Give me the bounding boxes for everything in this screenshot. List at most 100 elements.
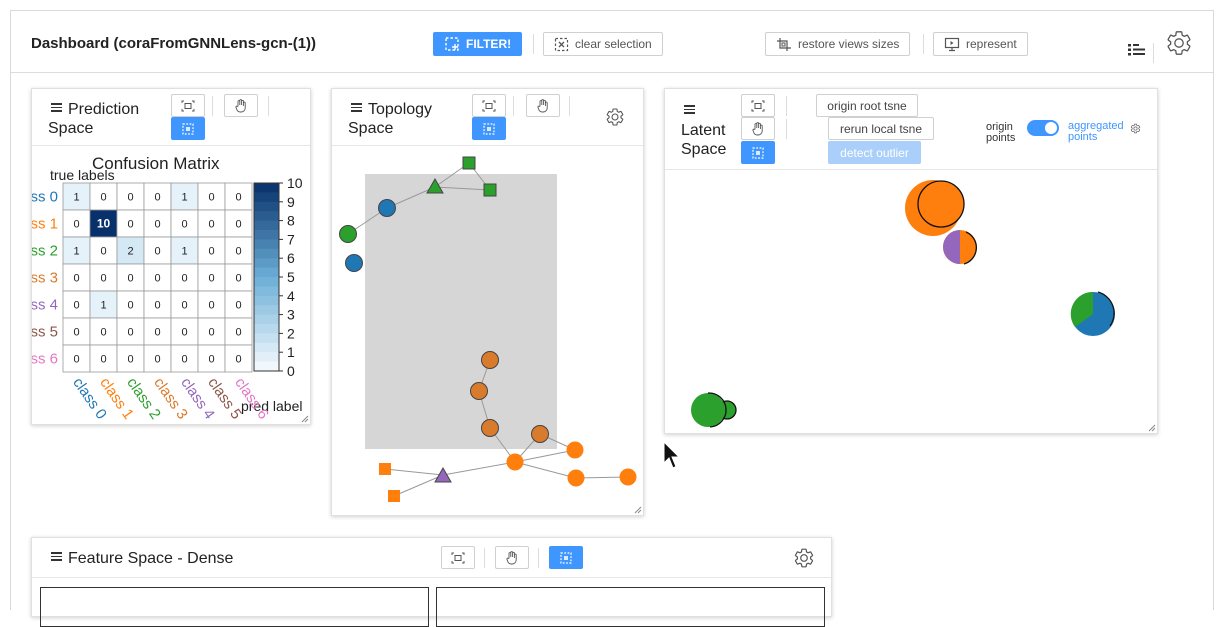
dashboard-header: Dashboard (coraFromGNNLens-gcn-(1)) FILT… — [11, 11, 1213, 73]
restore-views-button[interactable]: restore views sizes — [765, 32, 911, 56]
graph-node[interactable] — [566, 441, 584, 459]
feature-subview-right[interactable] — [436, 587, 825, 627]
box-select-tool-button[interactable] — [441, 546, 475, 569]
matrix-cell-value: 0 — [235, 192, 241, 204]
confusion-matrix-chart[interactable]: Confusion Matrixtrue labelspred label1 0 0… — [32, 146, 311, 425]
matrix-cell-value: 2 — [127, 246, 133, 258]
graph-node[interactable] — [379, 463, 391, 475]
presentation-icon — [944, 37, 960, 51]
matrix-cell-value: 1 — [73, 246, 79, 258]
list-view-icon[interactable] — [1128, 43, 1146, 57]
resize-handle-icon[interactable] — [301, 415, 309, 423]
colorbar-tick-label: 2 — [287, 325, 295, 341]
graph-node[interactable] — [483, 183, 497, 197]
lasso-tool-button[interactable] — [549, 546, 583, 569]
latent-scatter-plot[interactable] — [665, 170, 1158, 434]
graph-node[interactable] — [378, 199, 396, 217]
panel-menu-icon[interactable] — [684, 105, 695, 114]
graph-node[interactable] — [619, 468, 637, 486]
box-select-tool-button[interactable] — [472, 94, 506, 117]
points-mode-toggle[interactable] — [1027, 120, 1059, 136]
colorbar-segment — [254, 277, 279, 287]
box-select-tool-button[interactable] — [171, 94, 205, 117]
selection-region — [365, 174, 557, 449]
matrix-cell-value: 0 — [73, 273, 79, 285]
pan-tool-button[interactable] — [526, 94, 560, 117]
graph-node[interactable] — [339, 225, 357, 243]
graph-node[interactable] — [531, 425, 549, 443]
pan-tool-button[interactable] — [741, 117, 775, 140]
matrix-cell-value: 0 — [208, 273, 214, 285]
aggregated-point[interactable] — [943, 230, 977, 265]
colorbar-segment — [254, 305, 279, 316]
colorbar-tick-label: 0 — [287, 363, 295, 379]
represent-button[interactable]: represent — [933, 32, 1028, 56]
graph-node[interactable] — [388, 490, 400, 502]
toolbar-divider — [786, 119, 787, 139]
panel-settings-gear-icon[interactable] — [605, 107, 625, 127]
lasso-tool-button[interactable] — [741, 141, 775, 164]
graph-node[interactable] — [345, 254, 363, 272]
matrix-cell-value: 0 — [154, 219, 160, 231]
graph-node[interactable] — [481, 419, 499, 437]
matrix-cell-value: 0 — [73, 219, 79, 231]
graph-node[interactable] — [481, 351, 499, 369]
graph-node[interactable] — [434, 466, 452, 483]
colorbar-segment — [254, 324, 279, 334]
matrix-cell-value: 0 — [127, 273, 133, 285]
toolbar-divider — [212, 96, 213, 116]
toolbar-divider — [569, 96, 570, 116]
row-label: class 6 — [32, 351, 58, 368]
box-select-tool-button[interactable] — [741, 94, 775, 117]
topology-space-panel: Topology Space — [331, 88, 644, 516]
colorbar-segment — [254, 220, 279, 231]
filter-button-label: FILTER! — [466, 37, 512, 51]
feature-subview-left[interactable] — [40, 587, 429, 627]
hand-icon — [752, 121, 763, 135]
lasso-tool-button[interactable] — [171, 117, 205, 140]
graph-node[interactable] — [567, 469, 585, 487]
graph-node[interactable] — [462, 156, 476, 170]
matrix-cell-value: 0 — [181, 327, 187, 339]
clear-selection-button[interactable]: clear selection — [543, 32, 663, 56]
lasso-tool-button[interactable] — [472, 117, 506, 140]
aggregated-point[interactable] — [691, 392, 737, 428]
box-select-icon — [181, 100, 195, 111]
matrix-cell-value: 0 — [127, 192, 133, 204]
aggregated-point[interactable] — [1070, 291, 1115, 336]
mouse-cursor-icon — [663, 441, 681, 469]
matrix-cell-value: 0 — [127, 300, 133, 312]
lasso-select-icon — [560, 551, 572, 564]
colorbar-tick-label: 7 — [287, 231, 295, 247]
matrix-cell-value: 0 — [181, 354, 187, 366]
pan-tool-button[interactable] — [224, 94, 258, 117]
colorbar-segment — [254, 258, 279, 269]
matrix-cell-value: 0 — [235, 354, 241, 366]
row-label: class 4 — [32, 297, 58, 314]
rerun-local-tsne-button[interactable]: rerun local tsne — [828, 117, 934, 140]
resize-handle-icon[interactable] — [634, 506, 642, 514]
matrix-cell-value: 0 — [100, 327, 106, 339]
panel-title-line2: Space — [681, 141, 727, 158]
detect-outlier-button[interactable]: detect outlier — [828, 141, 921, 164]
panel-settings-gear-icon[interactable] — [793, 547, 815, 569]
matrix-cell-value: 0 — [73, 354, 79, 366]
graph-node[interactable] — [470, 382, 488, 400]
toolbar-divider — [484, 548, 485, 568]
matrix-cell-value: 1 — [100, 300, 106, 312]
settings-gear-icon[interactable] — [1165, 29, 1193, 57]
restore-layout-icon — [777, 37, 791, 51]
matrix-cell-value: 0 — [73, 327, 79, 339]
aggregated-point[interactable] — [905, 180, 965, 236]
panel-menu-icon[interactable] — [51, 552, 62, 561]
matrix-cell-value: 0 — [100, 192, 106, 204]
filter-button[interactable]: FILTER! — [433, 32, 523, 56]
pan-tool-button[interactable] — [495, 546, 529, 569]
matrix-cell-value: 0 — [127, 354, 133, 366]
origin-root-tsne-button[interactable]: origin root tsne — [816, 94, 918, 117]
panel-settings-gear-icon[interactable] — [1130, 123, 1141, 134]
graph-node[interactable] — [506, 453, 524, 471]
resize-handle-icon[interactable] — [1148, 424, 1156, 432]
topology-graph[interactable] — [332, 146, 644, 516]
colorbar-segment — [254, 201, 279, 212]
